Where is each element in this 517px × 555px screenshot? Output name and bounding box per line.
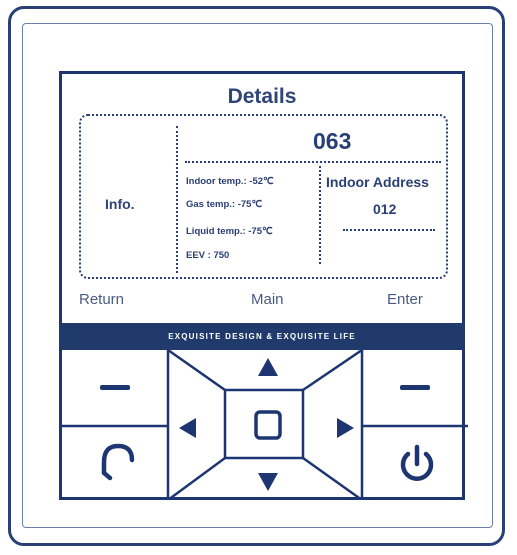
- power-button[interactable]: [362, 426, 468, 500]
- right-minus-button[interactable]: [362, 350, 468, 426]
- keypad: [59, 350, 468, 500]
- info-label: Info.: [105, 196, 135, 212]
- indoor-temp: Indoor temp.: -52℃: [186, 176, 274, 187]
- return-button[interactable]: [62, 426, 168, 500]
- eev-value: EEV : 750: [186, 250, 230, 261]
- down-button[interactable]: [225, 458, 303, 500]
- left-button[interactable]: [168, 390, 225, 458]
- gas-temp: Gas temp.: -75℃: [186, 199, 263, 210]
- liquid-temp: Liquid temp.: -75℃: [186, 226, 273, 237]
- indoor-address-value: 012: [373, 201, 397, 217]
- details-panel: Info. 063 Indoor temp.: -52℃ Gas temp.: …: [79, 114, 448, 279]
- divider: [185, 161, 441, 163]
- brand-banner: EXQUISITE DESIGN & EXQUISITE LIFE: [59, 323, 465, 350]
- divider: [176, 126, 178, 273]
- center-ok-button[interactable]: [225, 390, 303, 458]
- indoor-address-label: Indoor Address: [326, 174, 429, 190]
- divider: [319, 166, 321, 264]
- unit-code: 063: [313, 128, 352, 154]
- softkey-main-label: Main: [251, 291, 284, 308]
- softkey-return-label: Return: [79, 291, 125, 308]
- left-minus-button[interactable]: [62, 350, 168, 426]
- up-button[interactable]: [225, 350, 303, 390]
- right-button[interactable]: [303, 390, 362, 458]
- divider: [343, 229, 435, 231]
- softkey-enter-label: Enter: [387, 291, 423, 308]
- display-screen: Details Info. 063 Indoor temp.: -52℃ Gas…: [59, 71, 465, 323]
- screen-title: Details: [227, 85, 297, 108]
